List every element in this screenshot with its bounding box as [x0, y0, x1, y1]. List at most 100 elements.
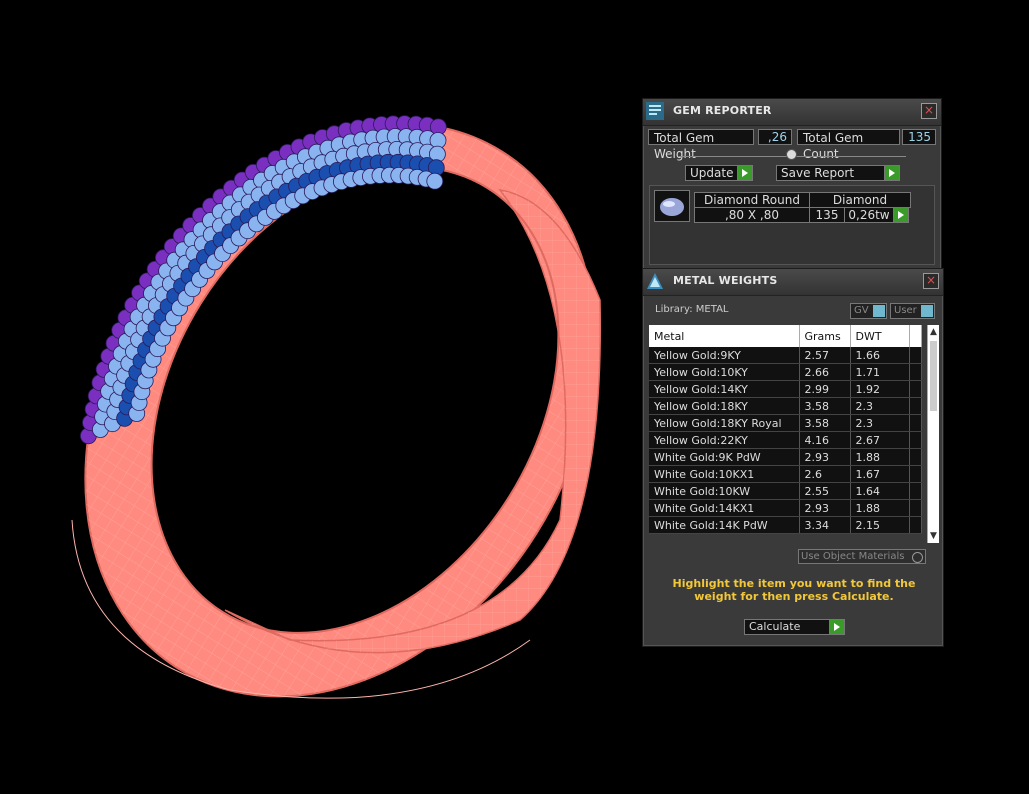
metal-table-container: Metal Grams DWT Yellow Gold:9KY 2.57 1.66 Y… [649, 325, 939, 543]
table-row[interactable]: White Gold:14K PdW 3.34 2.15 [649, 516, 922, 534]
gem-reporter-title: GEM REPORTER [673, 104, 772, 117]
cell-spacer [909, 380, 922, 398]
gem-thumbnail [654, 190, 690, 222]
cell-dwt: 2.3 [850, 414, 910, 432]
cell-spacer [909, 431, 922, 449]
cell-grams: 3.34 [799, 516, 851, 534]
cell-metal: White Gold:14KX1 [649, 499, 800, 517]
cell-metal: Yellow Gold:9KY [649, 347, 800, 364]
gem-material: Diamond [809, 192, 911, 208]
cell-spacer [909, 499, 922, 517]
gem-row-go-button[interactable] [893, 207, 909, 223]
cell-metal: White Gold:10KX1 [649, 465, 800, 483]
3d-viewport[interactable] [0, 0, 640, 791]
gem-weight: 0,26tw [844, 207, 894, 223]
metal-weights-panel: METAL WEIGHTS × Library: METAL GV User M… [642, 268, 944, 647]
gem-stone [426, 172, 444, 190]
column-header-grams[interactable]: Grams [799, 325, 851, 347]
cell-grams: 3.58 [799, 397, 851, 415]
cell-dwt: 1.67 [850, 465, 910, 483]
cell-spacer [909, 414, 922, 432]
scroll-down-icon[interactable]: ▼ [928, 529, 939, 543]
update-label: Update [690, 166, 734, 180]
gv-toggle[interactable]: GV [850, 303, 887, 319]
metal-weights-title: METAL WEIGHTS [673, 274, 778, 287]
calculate-label: Calculate [749, 620, 801, 633]
metal-table: Metal Grams DWT Yellow Gold:9KY 2.57 1.66 Y… [649, 325, 922, 534]
close-icon[interactable]: × [921, 103, 937, 119]
use-object-materials-label: Use Object Materials [801, 551, 905, 562]
play-icon [737, 166, 752, 180]
cell-dwt: 2.67 [850, 431, 910, 449]
play-icon [893, 208, 908, 222]
cell-spacer [909, 347, 922, 364]
column-header-spacer [909, 325, 922, 347]
cell-spacer [909, 363, 922, 381]
cell-dwt: 1.88 [850, 499, 910, 517]
cell-metal: Yellow Gold:22KY [649, 431, 800, 449]
column-header-metal[interactable]: Metal [649, 325, 800, 347]
scroll-up-icon[interactable]: ▲ [928, 325, 939, 339]
table-row[interactable]: Yellow Gold:22KY 4.16 2.67 [649, 431, 922, 449]
cell-spacer [909, 516, 922, 534]
cell-dwt: 2.15 [850, 516, 910, 534]
cell-grams: 4.16 [799, 431, 851, 449]
cell-metal: Yellow Gold:18KY Royal [649, 414, 800, 432]
cell-grams: 2.93 [799, 448, 851, 466]
cell-metal: Yellow Gold:10KY [649, 363, 800, 381]
user-label: User [894, 305, 917, 316]
cell-metal: White Gold:14K PdW [649, 516, 800, 534]
play-icon [884, 166, 899, 180]
cell-spacer [909, 482, 922, 500]
radio-icon [912, 552, 923, 563]
close-icon[interactable]: × [923, 273, 939, 289]
cell-metal: Yellow Gold:18KY [649, 397, 800, 415]
cell-grams: 2.93 [799, 499, 851, 517]
gem-reporter-icon [646, 102, 664, 120]
gem-shape: Diamond Round [694, 192, 810, 208]
total-gem-count-label: Total Gem Count [797, 129, 900, 161]
cell-grams: 2.57 [799, 347, 851, 364]
cell-grams: 2.66 [799, 363, 851, 381]
table-row[interactable]: Yellow Gold:9KY 2.57 1.66 [649, 347, 922, 364]
use-object-materials-toggle[interactable]: Use Object Materials [798, 549, 926, 564]
update-button[interactable]: Update [685, 165, 753, 181]
save-report-button[interactable]: Save Report [776, 165, 900, 181]
cell-dwt: 2.3 [850, 397, 910, 415]
cell-dwt: 1.92 [850, 380, 910, 398]
scroll-thumb[interactable] [930, 341, 937, 411]
table-header-row: Metal Grams DWT [649, 325, 922, 347]
gem-size: ,80 X ,80 [694, 207, 810, 223]
table-row[interactable]: White Gold:9K PdW 2.93 1.88 [649, 448, 922, 466]
gem-reporter-titlebar[interactable]: GEM REPORTER × [643, 99, 941, 126]
calculate-button[interactable]: Calculate [744, 619, 845, 635]
library-label: Library: METAL [655, 304, 729, 315]
table-row[interactable]: Yellow Gold:18KY Royal 3.58 2.3 [649, 414, 922, 432]
table-row[interactable]: Yellow Gold:18KY 3.58 2.3 [649, 397, 922, 415]
cell-grams: 2.6 [799, 465, 851, 483]
instruction-text: Highlight the item you want to find the … [672, 577, 916, 603]
cell-grams: 2.55 [799, 482, 851, 500]
collapse-toggle[interactable] [786, 149, 797, 160]
user-toggle[interactable]: User [890, 303, 935, 319]
total-gem-count-value: 135 [902, 129, 936, 145]
total-gem-weight-value: ,26 [758, 129, 792, 145]
table-row[interactable]: White Gold:10KW 2.55 1.64 [649, 482, 922, 500]
cell-grams: 3.58 [799, 414, 851, 432]
cell-metal: White Gold:9K PdW [649, 448, 800, 466]
cell-dwt: 1.64 [850, 482, 910, 500]
total-gem-weight-label: Total Gem Weight [648, 129, 754, 161]
cell-metal: White Gold:10KW [649, 482, 800, 500]
table-row[interactable]: White Gold:14KX1 2.93 1.88 [649, 499, 922, 517]
column-header-dwt[interactable]: DWT [850, 325, 910, 347]
metal-weights-titlebar[interactable]: METAL WEIGHTS × [643, 269, 943, 296]
table-row[interactable]: White Gold:10KX1 2.6 1.67 [649, 465, 922, 483]
gem-list: Diamond Round Diamond ,80 X ,80 135 0,26… [649, 185, 935, 265]
save-report-label: Save Report [781, 166, 855, 180]
table-scrollbar[interactable]: ▲ ▼ [927, 325, 939, 543]
cell-spacer [909, 465, 922, 483]
metal-weights-icon [647, 273, 663, 289]
table-row[interactable]: Yellow Gold:14KY 2.99 1.92 [649, 380, 922, 398]
toggle-knob [873, 305, 885, 317]
table-row[interactable]: Yellow Gold:10KY 2.66 1.71 [649, 363, 922, 381]
